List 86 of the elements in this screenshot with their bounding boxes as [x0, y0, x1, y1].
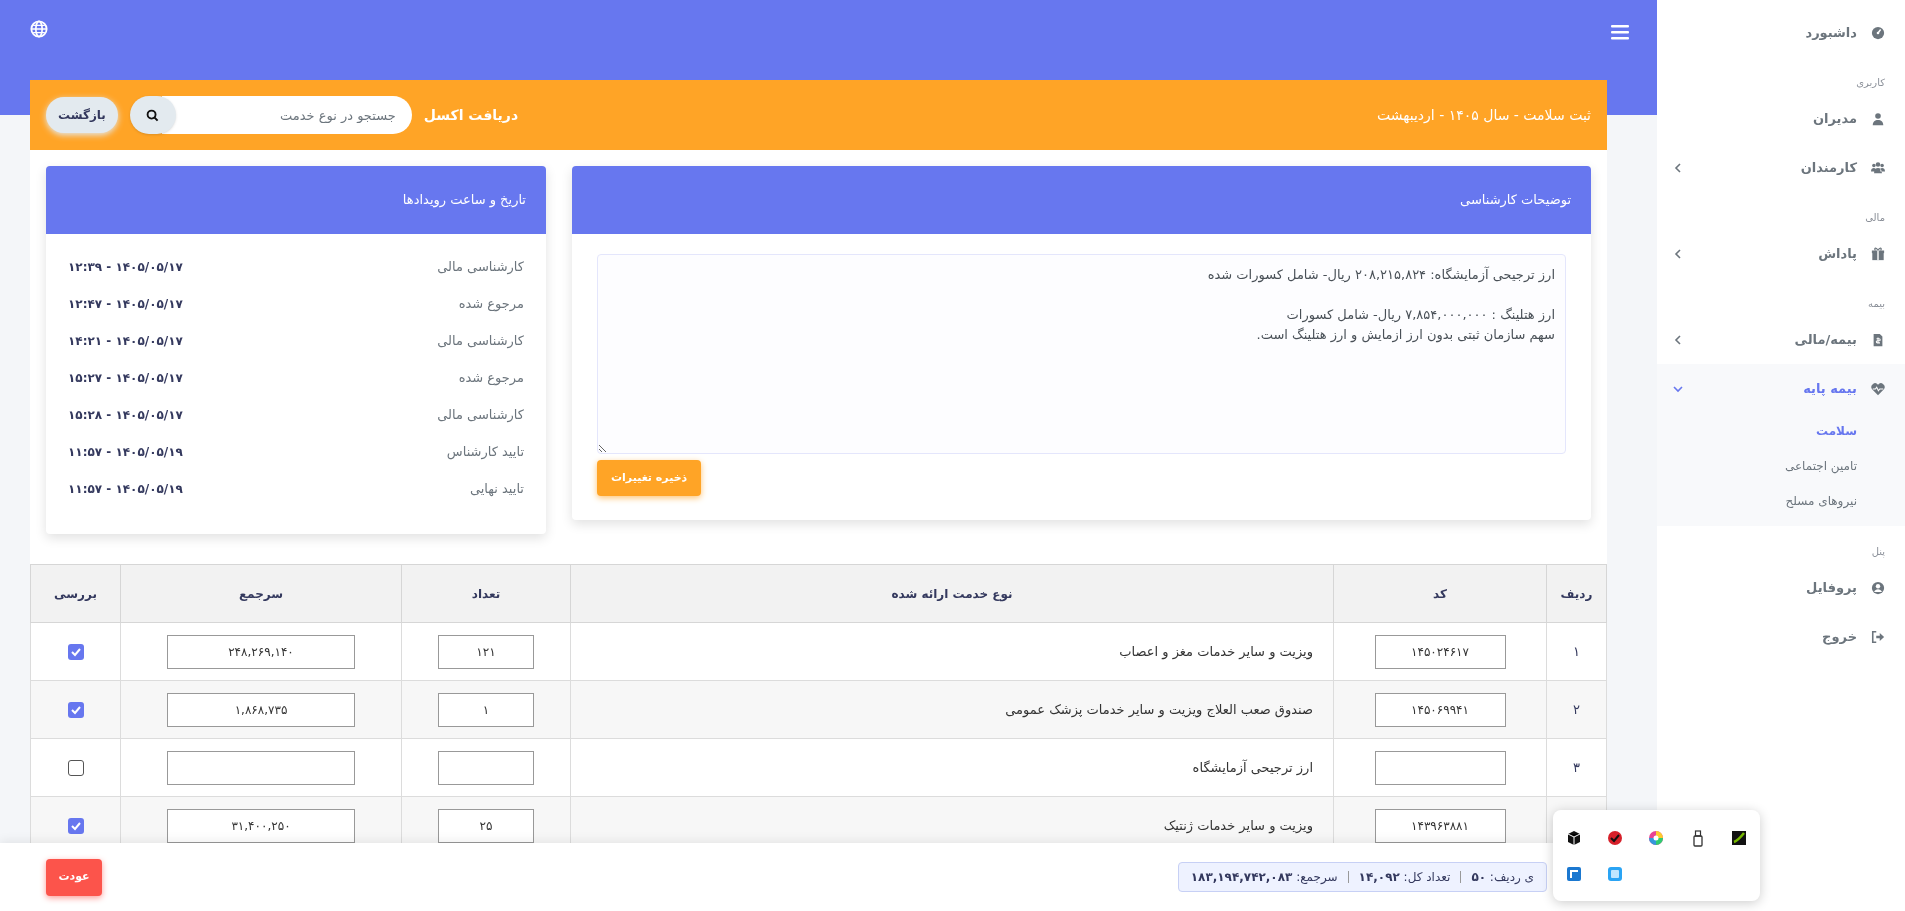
search-icon	[146, 108, 160, 122]
usb-drive-icon[interactable]	[1691, 829, 1704, 847]
event-label: تایید کارشناس	[446, 442, 524, 462]
event-label: کارشناسی مالی	[437, 331, 524, 351]
return-button[interactable]: عودت	[46, 858, 102, 896]
nav-item[interactable]: پروفایل	[1657, 563, 1905, 612]
menu-icon[interactable]	[1611, 24, 1629, 40]
table-input[interactable]: ۱۴۵۰۲۴۶۱۷	[1374, 634, 1506, 669]
service-name: صندوق صعب العلاج ویزیت و سایر خدمات پزشک عمومی	[1005, 701, 1313, 717]
event-time: ۱۴۰۵/۰۵/۱۷ - ۱۲:۳۹	[68, 258, 183, 276]
review-checkbox[interactable]	[67, 702, 84, 719]
service-name: ویزیت و سایر خدمات مغز و اعصاب	[1119, 643, 1313, 659]
summary-item: تعداد کل: ۱۴,۰۹۲	[1358, 869, 1451, 886]
nav-item[interactable]: کارمندان	[1657, 143, 1905, 192]
nav-subitem[interactable]: نیروهای مسلح	[1785, 491, 1857, 510]
event-time: ۱۴۰۵/۰۵/۱۹ - ۱۱:۵۷	[68, 480, 183, 498]
table-input[interactable]: ۱	[438, 692, 534, 727]
table-input[interactable]	[438, 750, 534, 785]
table-input[interactable]: ۲۴۸,۲۶۹,۱۴۰	[167, 634, 355, 669]
dashboard-gauge-icon	[1871, 25, 1885, 40]
window-sync-icon[interactable]	[1565, 865, 1582, 882]
table-input[interactable]: ۲۵	[438, 808, 534, 843]
event-label: مرجوع شده	[458, 294, 524, 314]
nav-item[interactable]: پاداش	[1657, 229, 1905, 278]
invoice-icon	[1871, 332, 1885, 347]
column-header: تعداد	[471, 586, 501, 601]
nav-section-label: مالی	[1864, 211, 1886, 225]
row-number: ۲	[1573, 701, 1580, 717]
nav-subitem[interactable]: تامین اجتماعی	[1784, 456, 1857, 475]
column-header: ردیف	[1560, 586, 1593, 601]
page-title: ثبت سلامت - سال ۱۴۰۵ - اردیبهشت	[1377, 105, 1591, 125]
user-icon	[1871, 111, 1885, 126]
globe-icon[interactable]	[30, 20, 48, 38]
card-title: توضیحات کارشناسی	[1460, 191, 1571, 210]
column-header: کد	[1433, 586, 1447, 601]
table-input[interactable]: ۱۴۳۹۶۳۸۸۱	[1374, 808, 1506, 843]
column-header: سرجمع	[238, 586, 284, 601]
review-checkbox[interactable]	[67, 644, 84, 661]
event-label: کارشناسی مالی	[437, 257, 524, 277]
column-header: نوع خدمت ارائه شده	[891, 586, 1013, 601]
event-time: ۱۴۰۵/۰۵/۱۷ - ۱۵:۲۸	[68, 406, 183, 424]
user-circle-icon	[1871, 580, 1885, 595]
nav-section-label: بیمه	[1867, 297, 1886, 311]
summary-item: ی ردیف: ۵۰	[1471, 869, 1534, 886]
service-name: ارز ترجیحی آزمایشگاه	[1192, 759, 1313, 775]
review-checkbox[interactable]	[67, 760, 84, 777]
nav-item[interactable]: داشبورد	[1657, 8, 1905, 57]
nav-subitem[interactable]: سلامت	[1815, 421, 1857, 440]
event-label: کارشناسی مالی	[437, 405, 524, 425]
nav-section-label: پنل	[1870, 545, 1886, 560]
review-checkbox[interactable]	[67, 818, 84, 835]
event-time: ۱۴۰۵/۰۵/۱۷ - ۱۵:۲۷	[68, 369, 183, 387]
service-name: ویزیت و سایر خدمات ژنتیک	[1163, 817, 1313, 833]
column-header: بررسی	[54, 586, 97, 601]
nav-item[interactable]: مدیران	[1657, 94, 1905, 143]
table-input[interactable]: ۳۱,۴۰۰,۲۵۰	[167, 808, 355, 843]
table-input[interactable]	[1374, 750, 1506, 785]
color-wheel-icon[interactable]	[1648, 830, 1665, 846]
event-label: تایید نهایی	[469, 479, 524, 499]
back-button[interactable]: بازگشت	[46, 97, 118, 133]
event-time: ۱۴۰۵/۰۵/۱۹ - ۱۱:۵۷	[68, 443, 183, 461]
row-number: ۳	[1573, 759, 1580, 775]
nav-item[interactable]: خروج	[1657, 612, 1905, 661]
chip-icon[interactable]	[1731, 830, 1748, 846]
table-input[interactable]	[167, 750, 355, 785]
notes-field[interactable]: ارز ترجیحی آزمایشگاه: ۲۰۸,۲۱۵,۸۲۴ ریال- شامل کسورات شده ارز هتلینگ : ۷,۸۵۴,۰۰۰,۰۰۰ ریال- شامل کسورات سهم سازمان ثبتی بدون ارز ازمایش و ارز هتلینگ است.	[597, 254, 1566, 454]
table-input[interactable]: ۱,۸۶۸,۷۳۵	[167, 692, 355, 727]
users-icon	[1871, 160, 1885, 175]
logout-icon	[1871, 629, 1885, 644]
table-input[interactable]: ۱۴۵۰۶۹۹۴۱	[1374, 692, 1506, 727]
summary-item: سرجمع: ۱۸۳,۱۹۴,۷۴۲,۰۸۳	[1190, 869, 1338, 886]
check-circle-icon[interactable]	[1607, 830, 1624, 846]
nav-item[interactable]: بیمه/مالی	[1657, 315, 1905, 364]
gift-icon	[1871, 246, 1885, 261]
table-input[interactable]: ۱۲۱	[438, 634, 534, 669]
nav-section-label: کاربری	[1855, 76, 1886, 90]
row-number: ۱	[1573, 643, 1580, 659]
app-square-icon[interactable]	[1607, 865, 1624, 882]
card-title: تاریخ و ساعت رویدادها	[402, 191, 526, 210]
search-field[interactable]: جستجو در نوع خدمت	[161, 96, 412, 134]
heart-pulse-icon	[1871, 381, 1885, 396]
event-time: ۱۴۰۵/۰۵/۱۷ - ۱۲:۴۷	[68, 295, 183, 313]
cube-icon[interactable]	[1565, 830, 1582, 846]
nav-item[interactable]: بیمه پایه	[1657, 364, 1905, 413]
event-time: ۱۴۰۵/۰۵/۱۷ - ۱۴:۲۱	[68, 332, 183, 350]
event-label: مرجوع شده	[458, 368, 524, 388]
